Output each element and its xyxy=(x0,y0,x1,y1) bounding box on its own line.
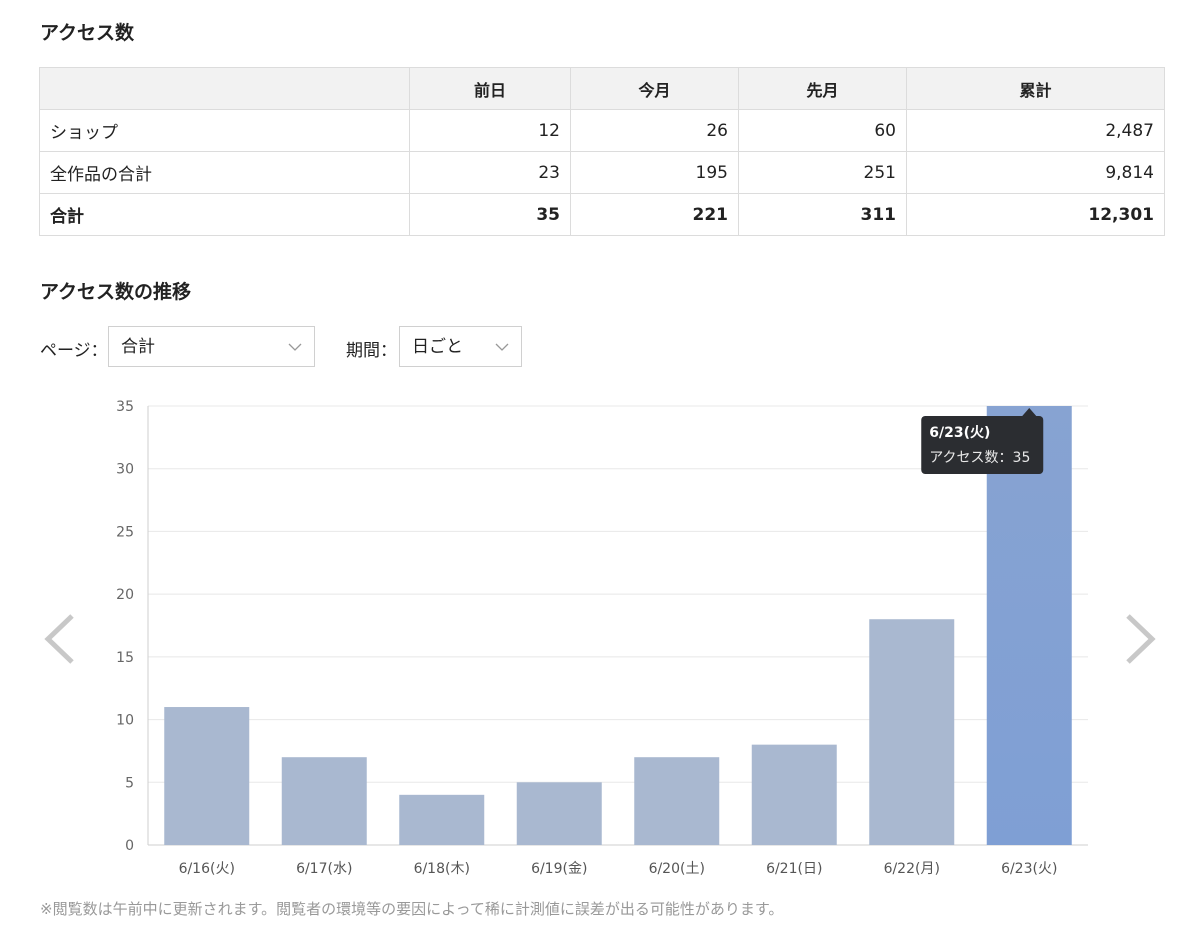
table-cell: 2,487 xyxy=(906,109,1165,152)
table-row: 全作品の合計 23 195 251 9,814 xyxy=(39,151,1165,194)
page-select-value: 合計 xyxy=(121,337,155,357)
y-tick-label: 0 xyxy=(125,838,134,854)
x-tick-label: 6/17(水) xyxy=(296,861,352,877)
chevron-down-icon xyxy=(495,343,509,351)
table-cell: 23 xyxy=(409,151,571,194)
table-cell: 12,301 xyxy=(906,193,1165,236)
y-tick-label: 5 xyxy=(125,775,134,791)
table-cell: 12 xyxy=(409,109,571,152)
table-cell: 35 xyxy=(409,193,571,236)
table-row: ショップ 12 26 60 2,487 xyxy=(39,109,1165,152)
table-cell: 26 xyxy=(570,109,739,152)
bar xyxy=(751,744,837,845)
period-select-value: 日ごと xyxy=(412,337,463,357)
bar xyxy=(164,707,250,845)
tooltip-title: 6/23(火) xyxy=(929,425,990,441)
row-label: ショップ xyxy=(39,109,410,152)
x-tick-label: 6/20(土) xyxy=(649,861,705,877)
bar xyxy=(516,782,602,845)
table-cell: 9,814 xyxy=(906,151,1165,194)
table-header-cell xyxy=(39,67,410,110)
access-count-title: アクセス数 xyxy=(40,22,135,44)
table-cell: 195 xyxy=(570,151,739,194)
y-tick-label: 20 xyxy=(116,587,134,603)
access-trend-title: アクセス数の推移 xyxy=(40,281,192,303)
table-cell: 221 xyxy=(570,193,739,236)
tooltip-text: アクセス数：35 xyxy=(929,450,1030,466)
y-tick-label: 25 xyxy=(116,524,134,540)
table-header-cell: 先月 xyxy=(738,67,907,110)
x-tick-label: 6/21(日) xyxy=(766,861,822,877)
chevron-down-icon xyxy=(288,343,302,351)
table-header-cell: 今月 xyxy=(570,67,739,110)
period-select-label: 期間： xyxy=(346,341,397,361)
y-tick-label: 30 xyxy=(116,462,134,478)
row-label: 全作品の合計 xyxy=(39,151,410,194)
bar xyxy=(634,757,720,845)
y-tick-label: 35 xyxy=(116,399,134,415)
table-header-cell: 前日 xyxy=(409,67,571,110)
x-tick-label: 6/22(月) xyxy=(884,861,940,877)
x-tick-label: 6/18(木) xyxy=(414,861,470,877)
access-stats-table: 前日 今月 先月 累計 ショップ 12 26 60 2,487 全作品の合計 2… xyxy=(39,67,1165,236)
page-select-label: ページ： xyxy=(40,341,108,361)
table-cell: 251 xyxy=(738,151,907,194)
x-tick-label: 6/16(火) xyxy=(179,861,235,877)
table-cell: 60 xyxy=(738,109,907,152)
table-header-cell: 累計 xyxy=(906,67,1165,110)
x-tick-label: 6/23(火) xyxy=(1001,861,1057,877)
y-tick-label: 15 xyxy=(116,650,134,666)
bar xyxy=(869,619,955,845)
x-tick-label: 6/19(金) xyxy=(531,861,587,877)
table-header-row: 前日 今月 先月 累計 xyxy=(39,67,1165,110)
footnote: ※閲覧数は午前中に更新されます。閲覧者の環境等の要因によって稀に計測値に誤差が出… xyxy=(40,900,784,918)
page-select[interactable]: 合計 xyxy=(108,326,315,367)
bar xyxy=(281,757,367,845)
row-label: 合計 xyxy=(39,193,410,236)
period-select[interactable]: 日ごと xyxy=(399,326,522,367)
table-cell: 311 xyxy=(738,193,907,236)
bar xyxy=(399,794,485,845)
table-row-total: 合計 35 221 311 12,301 xyxy=(39,193,1165,236)
y-tick-label: 10 xyxy=(116,713,134,729)
access-trend-chart: 0 5 10 15 20 25 30 35 6/16(火) 6/17(水) 6/18(木) 6/19(… xyxy=(116,399,1088,877)
